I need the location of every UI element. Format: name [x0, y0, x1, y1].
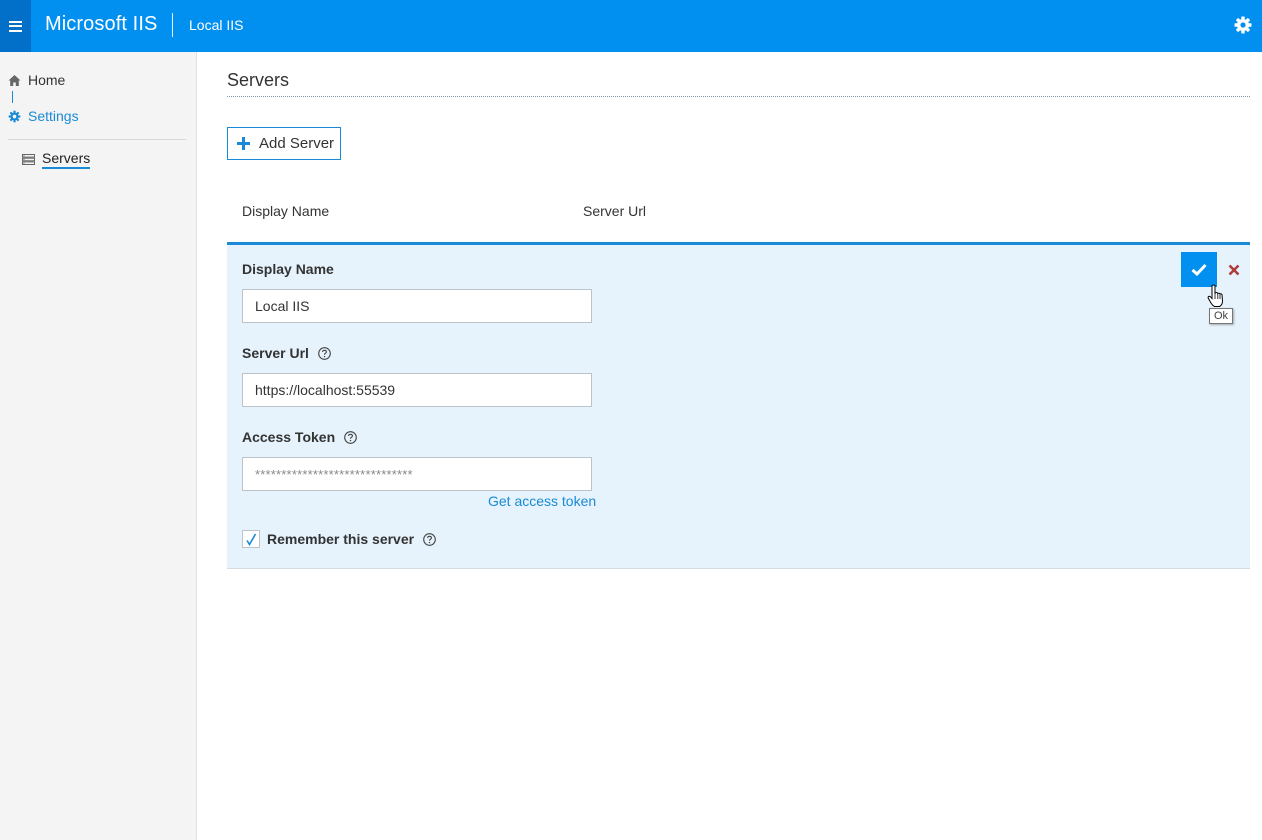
remember-server-checkbox[interactable]: [242, 530, 260, 548]
help-circle-icon[interactable]: [423, 532, 436, 546]
help-circle-icon[interactable]: [344, 430, 357, 444]
sidebar-item-servers[interactable]: Servers: [22, 150, 91, 169]
sidebar-item-settings[interactable]: Settings: [8, 108, 79, 124]
header-divider: [172, 13, 173, 37]
sidebar-item-home[interactable]: Home: [8, 72, 65, 88]
add-server-button[interactable]: Add Server: [227, 127, 341, 160]
plus-icon: [237, 137, 250, 150]
top-bar: Microsoft IIS Local IIS: [0, 0, 1262, 52]
gear-icon[interactable]: [1233, 15, 1253, 35]
add-server-label: Add Server: [259, 135, 335, 152]
sidebar-item-label: Home: [28, 72, 66, 88]
hand-pointer-cursor-icon: [1207, 284, 1224, 307]
sidebar-item-label: Servers: [42, 150, 91, 169]
get-access-token-link[interactable]: Get access token: [488, 493, 596, 509]
current-server-name[interactable]: Local IIS: [189, 17, 243, 33]
checkmark-icon: [246, 533, 257, 546]
cancel-button[interactable]: [1226, 262, 1242, 278]
close-icon: [1228, 264, 1240, 276]
access-token-label-text: Access Token: [242, 429, 336, 445]
column-header-server-url[interactable]: Server Url: [583, 203, 646, 219]
title-divider: [227, 96, 1250, 97]
display-name-field[interactable]: [242, 289, 592, 323]
nav-connector-line: [12, 91, 13, 103]
server-url-label: Server Url: [242, 345, 331, 361]
access-token-label: Access Token: [242, 429, 357, 445]
hamburger-menu-button[interactable]: [0, 0, 31, 52]
sidebar-item-label: Settings: [28, 108, 79, 124]
help-circle-icon[interactable]: [318, 346, 331, 360]
home-icon: [8, 74, 21, 86]
access-token-field[interactable]: [242, 457, 592, 491]
column-header-display-name[interactable]: Display Name: [242, 203, 329, 219]
server-url-label-text: Server Url: [242, 345, 309, 361]
remember-server-row: Remember this server: [242, 530, 436, 548]
page-title: Servers: [227, 70, 290, 90]
remember-server-label: Remember this server: [267, 531, 415, 547]
display-name-label-text: Display Name: [242, 261, 334, 277]
display-name-label: Display Name: [242, 261, 334, 277]
checkmark-icon: [1191, 263, 1207, 276]
ok-tooltip: Ok: [1209, 308, 1234, 324]
ok-button[interactable]: [1181, 252, 1217, 287]
sidebar-divider: [8, 139, 186, 140]
server-list-icon: [22, 154, 35, 165]
app-title[interactable]: Microsoft IIS: [45, 13, 157, 36]
gear-icon: [8, 110, 21, 122]
sidebar: Home Settings Servers: [0, 52, 197, 840]
server-edit-form: Display Name Server Url Access Token Get…: [227, 242, 1250, 569]
hamburger-menu-icon: [9, 20, 22, 32]
server-url-field[interactable]: [242, 373, 592, 407]
